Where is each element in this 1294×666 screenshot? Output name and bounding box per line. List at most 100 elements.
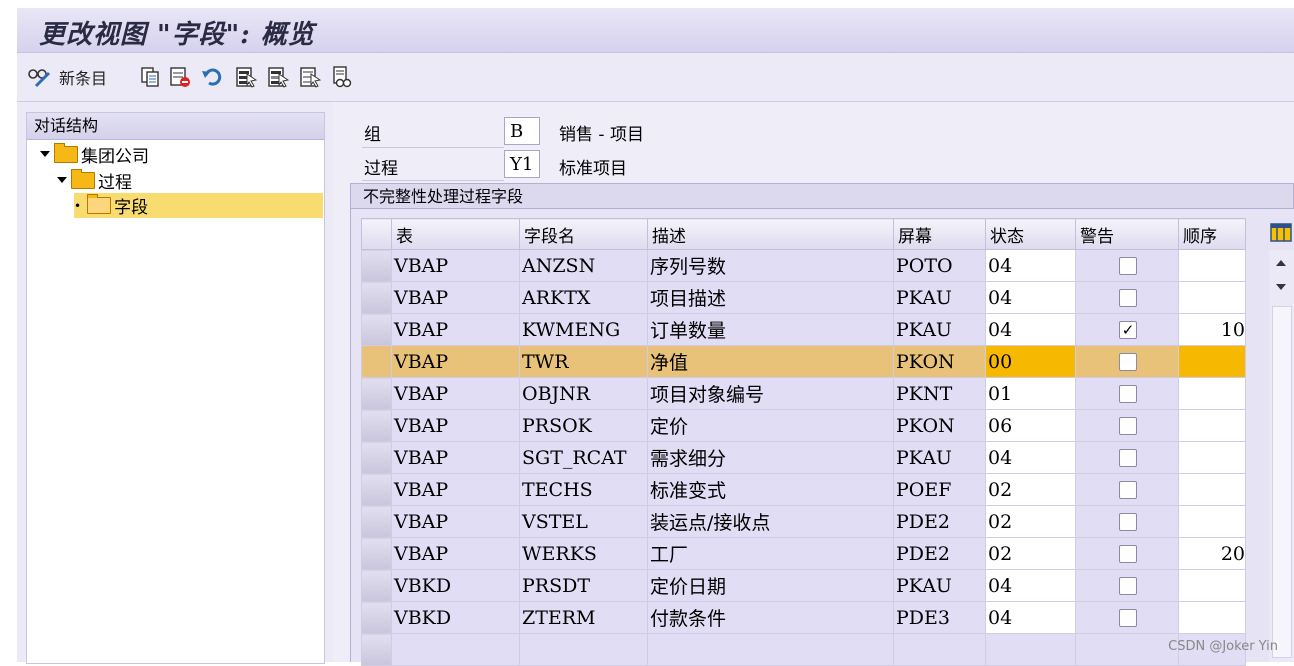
- cell-status[interactable]: 04: [985, 313, 1076, 346]
- empty-cell: [893, 633, 986, 666]
- cell-warning: [1075, 505, 1179, 538]
- cell-status[interactable]: 04: [985, 441, 1076, 474]
- row-selector[interactable]: [361, 601, 392, 634]
- cell-field-name: PRSDT: [519, 569, 648, 602]
- row-selector[interactable]: [361, 505, 392, 538]
- expand-arrow-icon[interactable]: [57, 177, 67, 183]
- row-selector[interactable]: [361, 473, 392, 506]
- cell-sequence[interactable]: [1178, 281, 1246, 314]
- cell-warning: [1075, 537, 1179, 570]
- cell-field-name: KWMENG: [519, 313, 648, 346]
- tree-node-group-company[interactable]: 集团公司: [40, 142, 149, 167]
- glasses-edit-icon: [27, 66, 51, 88]
- cell-status[interactable]: 04: [985, 281, 1076, 314]
- cell-screen: PKAU: [893, 441, 986, 474]
- tree-node-label: 过程: [98, 172, 132, 193]
- column-header-sequence[interactable]: 顺序: [1178, 218, 1246, 250]
- cell-sequence[interactable]: [1178, 505, 1246, 538]
- row-selector[interactable]: [361, 281, 392, 314]
- cell-sequence[interactable]: [1178, 569, 1246, 602]
- warning-checkbox[interactable]: [1119, 480, 1137, 499]
- tree-node-fields[interactable]: • 字段: [74, 193, 323, 218]
- column-header-description[interactable]: 描述: [647, 218, 894, 250]
- warning-checkbox[interactable]: [1119, 608, 1137, 627]
- select-all-rows-cell[interactable]: [361, 218, 392, 250]
- expand-arrow-icon[interactable]: [40, 151, 50, 157]
- column-header-status[interactable]: 状态: [985, 218, 1076, 250]
- table-row: VBAP VSTEL 装运点/接收点 PDE2 02: [361, 505, 1246, 538]
- warning-checkbox[interactable]: [1119, 448, 1137, 467]
- cell-warning: ✓: [1075, 313, 1179, 346]
- cell-sequence[interactable]: 10: [1178, 313, 1246, 346]
- column-header-table[interactable]: 表: [391, 218, 520, 250]
- procedure-label: 过程: [364, 159, 398, 179]
- print-button[interactable]: [331, 65, 353, 89]
- warning-checkbox[interactable]: [1119, 352, 1137, 371]
- warning-checkbox[interactable]: [1119, 544, 1137, 563]
- warning-checkbox[interactable]: [1119, 576, 1137, 595]
- scroll-up-button[interactable]: [1273, 256, 1289, 270]
- column-header-field-name[interactable]: 字段名: [519, 218, 648, 250]
- cell-screen: PDE2: [893, 537, 986, 570]
- deselect-all-button[interactable]: [299, 65, 322, 89]
- column-settings-icon: [1270, 223, 1292, 242]
- warning-checkbox[interactable]: [1119, 416, 1137, 435]
- table-row: VBKD ZTERM 付款条件 PDE3 04: [361, 601, 1246, 634]
- cell-sequence[interactable]: [1178, 249, 1246, 282]
- row-selector[interactable]: [361, 569, 392, 602]
- cell-status[interactable]: 00: [985, 345, 1076, 378]
- cell-table: VBKD: [391, 601, 520, 634]
- label-underline: [362, 147, 504, 148]
- table-row: VBAP ARKTX 项目描述 PKAU 04: [361, 281, 1246, 314]
- warning-checkbox[interactable]: [1119, 512, 1137, 531]
- cell-description: 付款条件: [647, 601, 894, 634]
- row-selector[interactable]: [361, 313, 392, 346]
- section-title: 不完整性处理过程字段: [350, 183, 1294, 209]
- warning-checkbox[interactable]: [1119, 288, 1137, 307]
- copy-button[interactable]: [139, 65, 161, 89]
- cell-status[interactable]: 04: [985, 569, 1076, 602]
- cell-field-name: SGT_RCAT: [519, 441, 648, 474]
- cell-sequence[interactable]: [1178, 377, 1246, 410]
- cell-status[interactable]: 02: [985, 505, 1076, 538]
- scroll-down-button[interactable]: [1273, 280, 1289, 294]
- select-all-button[interactable]: [235, 65, 258, 89]
- cell-sequence[interactable]: [1178, 409, 1246, 442]
- row-selector[interactable]: [361, 377, 392, 410]
- cell-status[interactable]: 06: [985, 409, 1076, 442]
- row-selector[interactable]: [361, 249, 392, 282]
- cell-sequence[interactable]: [1178, 345, 1246, 378]
- row-selector[interactable]: [361, 441, 392, 474]
- tree-node-procedure[interactable]: 过程: [57, 168, 132, 193]
- column-header-warning[interactable]: 警告: [1075, 218, 1179, 250]
- undo-button[interactable]: [201, 65, 223, 89]
- checkmark-icon: ✓: [1121, 320, 1135, 339]
- column-header-screen[interactable]: 屏幕: [893, 218, 986, 250]
- new-entries-button[interactable]: 新条目: [27, 65, 107, 89]
- cell-sequence[interactable]: [1178, 473, 1246, 506]
- cell-table: VBAP: [391, 505, 520, 538]
- row-selector[interactable]: [361, 409, 392, 442]
- cell-description: 工厂: [647, 537, 894, 570]
- cell-status[interactable]: 01: [985, 377, 1076, 410]
- cell-screen: PKAU: [893, 569, 986, 602]
- cell-status[interactable]: 04: [985, 249, 1076, 282]
- table-settings-button[interactable]: [1270, 222, 1292, 244]
- cell-table: VBAP: [391, 345, 520, 378]
- row-selector[interactable]: [361, 345, 392, 378]
- warning-checkbox[interactable]: ✓: [1119, 320, 1137, 339]
- row-selector[interactable]: [361, 537, 392, 570]
- cell-sequence[interactable]: [1178, 441, 1246, 474]
- cell-sequence[interactable]: 20: [1178, 537, 1246, 570]
- scrollbar-track[interactable]: [1272, 306, 1292, 658]
- cell-sequence[interactable]: [1178, 601, 1246, 634]
- warning-checkbox[interactable]: [1119, 256, 1137, 275]
- dialog-structure-panel: 对话结构 集团公司 过程 • 字段: [26, 112, 325, 664]
- cell-status[interactable]: 02: [985, 473, 1076, 506]
- select-block-button[interactable]: [267, 65, 290, 89]
- cell-status[interactable]: 02: [985, 537, 1076, 570]
- delete-button[interactable]: [169, 65, 191, 89]
- cell-status[interactable]: 04: [985, 601, 1076, 634]
- warning-checkbox[interactable]: [1119, 384, 1137, 403]
- vertical-scrollbar[interactable]: [1269, 250, 1294, 662]
